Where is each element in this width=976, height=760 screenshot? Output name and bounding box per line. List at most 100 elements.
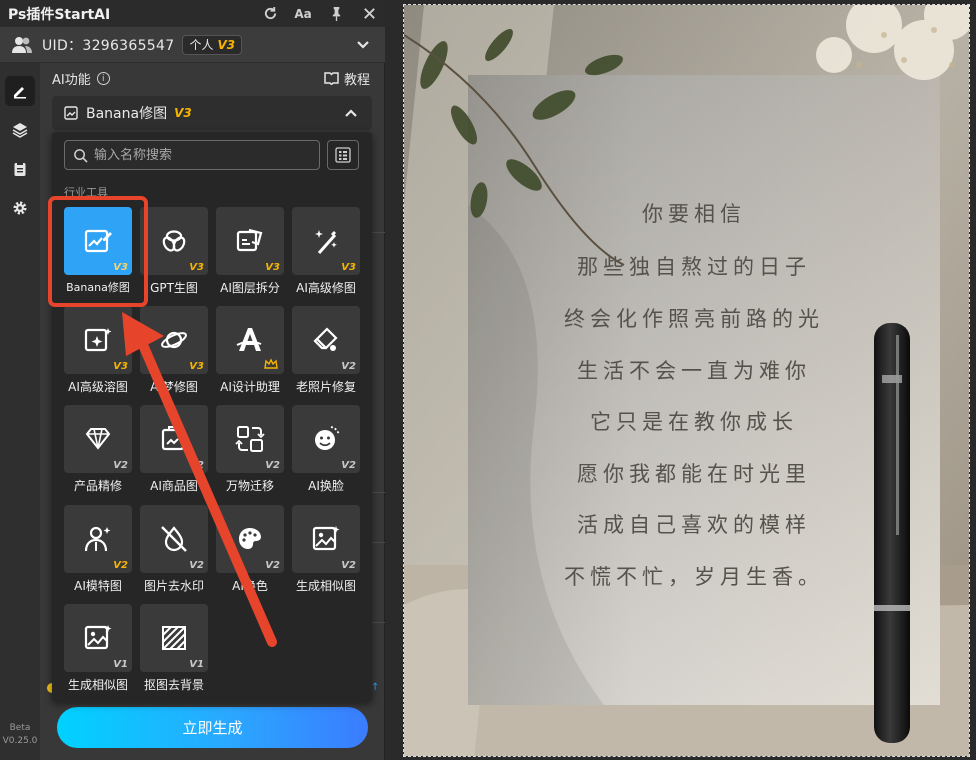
pin-icon[interactable] <box>328 6 344 22</box>
arrow-up-icon: ↑ <box>371 682 380 693</box>
tool-version: V1 <box>113 659 128 670</box>
tool-tile: V2 <box>64 505 132 573</box>
info-icon[interactable]: i <box>96 72 110 85</box>
beta-label: Beta <box>9 723 31 733</box>
tool-similar-v1[interactable]: V1 生成相似图 <box>60 604 136 696</box>
tool-tile: V2 <box>140 405 208 473</box>
background-remove-icon <box>162 626 186 650</box>
canvas-image: 你要相信 那些独自熬过的日子 终会化作照亮前路的光 生活不会一直为难你 它只是在… <box>403 4 970 757</box>
tool-tile: V3 <box>64 306 132 374</box>
tool-product-image[interactable]: V2 AI商品图 <box>136 405 212 497</box>
tool-design-assistant[interactable]: AI设计助理 <box>212 306 288 398</box>
plan-name: 个人 <box>189 38 214 52</box>
tool-transfer[interactable]: V2 万物迁移 <box>212 405 288 497</box>
tool-label: AI梦修图 <box>150 380 198 394</box>
tool-label: AI图层拆分 <box>220 281 280 295</box>
refresh-icon[interactable] <box>262 6 278 22</box>
title-bar-icons: Aa <box>262 0 377 27</box>
similar-image-icon <box>312 526 340 551</box>
tool-watermark[interactable]: V2 图片去水印 <box>136 505 212 597</box>
face-swap-icon <box>315 426 340 450</box>
layers-icon <box>12 123 28 138</box>
product-frame-icon <box>161 426 185 451</box>
close-icon[interactable] <box>361 6 377 22</box>
tool-advanced-blend[interactable]: V3 AI高级溶图 <box>60 306 136 398</box>
tool-face-swap[interactable]: V2 AI换脸 <box>288 405 364 497</box>
tool-model[interactable]: V2 AI模特图 <box>60 505 136 597</box>
tool-tile: V2 <box>140 505 208 573</box>
model-person-icon <box>84 526 111 552</box>
app-root: Ps插件StartAI Aa UID：3296365547 个人 V3 Beta… <box>0 0 976 760</box>
divider <box>372 622 385 623</box>
search-icon <box>74 148 88 163</box>
tool-tile: V2 <box>292 306 360 374</box>
tool-similar-v2[interactable]: V2 生成相似图 <box>288 505 364 597</box>
tool-dream-retouch[interactable]: V3 AI梦修图 <box>136 306 212 398</box>
font-size-icon[interactable]: Aa <box>294 6 311 22</box>
tool-selector[interactable]: Banana修图 V3 <box>52 96 372 130</box>
plan-version: V3 <box>217 37 236 52</box>
tool-label: 产品精修 <box>73 479 122 493</box>
tool-version: V3 <box>189 361 204 372</box>
search-input[interactable] <box>94 142 314 168</box>
list-view-button[interactable] <box>327 140 359 170</box>
nav-layers[interactable] <box>5 115 35 145</box>
tool-tile: V3 <box>140 207 208 275</box>
poem-line: 它只是在教你成长 <box>590 410 798 434</box>
tool-tile: V2 <box>292 405 360 473</box>
nav-edit[interactable] <box>5 76 35 106</box>
tool-old-photo[interactable]: V2 老照片修复 <box>288 306 364 398</box>
diamond-icon <box>85 428 111 450</box>
divider <box>372 492 385 493</box>
tool-label: 生成相似图 <box>295 579 356 593</box>
tool-label: AI模特图 <box>74 579 122 593</box>
tool-label: 万物迁移 <box>225 479 274 493</box>
title-bar: Ps插件StartAI Aa <box>0 0 385 27</box>
tool-version: V2 <box>189 560 204 571</box>
plugin-panel: Ps插件StartAI Aa UID：3296365547 个人 V3 Beta… <box>0 0 385 760</box>
tool-layer-split[interactable]: V3 AI图层拆分 <box>212 207 288 299</box>
planet-icon <box>161 331 187 349</box>
user-bar[interactable]: UID：3296365547 个人 V3 <box>0 27 385 63</box>
magic-wand-icon <box>315 230 337 254</box>
tutorial-link[interactable]: 教程 <box>324 69 370 88</box>
divider <box>372 542 385 543</box>
clipboard-icon <box>14 162 26 176</box>
user-id: UID：3296365547 <box>42 37 175 54</box>
ai-heading-label: AI功能 <box>52 73 91 88</box>
tool-tile: V1 <box>64 604 132 672</box>
tool-recolor[interactable]: V2 AI换色 <box>212 505 288 597</box>
poem-line: 生活不会一直为难你 <box>577 359 811 383</box>
tutorial-label: 教程 <box>343 73 370 88</box>
similar-image-icon <box>84 625 112 650</box>
tool-tile: V3 <box>292 207 360 275</box>
tool-product-retouch[interactable]: V2 产品精修 <box>60 405 136 497</box>
search-box[interactable] <box>64 140 320 170</box>
users-icon <box>12 36 32 53</box>
list-view-icon <box>335 147 351 163</box>
poem-line: 终会化作照亮前路的光 <box>564 307 824 331</box>
nav-settings[interactable] <box>5 193 35 223</box>
tool-label: AI换色 <box>232 579 268 593</box>
tool-label: 生成相似图 <box>67 678 128 692</box>
nav-clipboard[interactable] <box>5 154 35 184</box>
tool-remove-background[interactable]: V1 抠图去背景 <box>136 604 212 696</box>
generate-button[interactable]: 立即生成 <box>57 707 368 748</box>
plan-badge: 个人 V3 <box>182 34 243 55</box>
tool-version: V2 <box>341 361 356 372</box>
gpt-knot-icon <box>162 230 186 252</box>
layer-split-icon <box>236 228 263 252</box>
tool-tile <box>216 306 284 374</box>
tool-advanced-retouch[interactable]: V3 AI高级修图 <box>288 207 364 299</box>
tool-version: V3 <box>265 262 280 273</box>
tool-selector-label: Banana修图 <box>86 106 168 122</box>
tool-tile: V2 <box>216 405 284 473</box>
poem-line: 你要相信 <box>642 202 746 226</box>
tool-label: AI设计助理 <box>220 380 280 394</box>
tool-version: V2 <box>265 460 280 471</box>
tool-version: V3 <box>113 361 128 372</box>
chevron-down-icon[interactable] <box>355 37 371 53</box>
book-icon <box>324 72 339 85</box>
image-edit-icon <box>64 106 78 120</box>
poem-line: 愿你我都能在时光里 <box>577 462 811 486</box>
